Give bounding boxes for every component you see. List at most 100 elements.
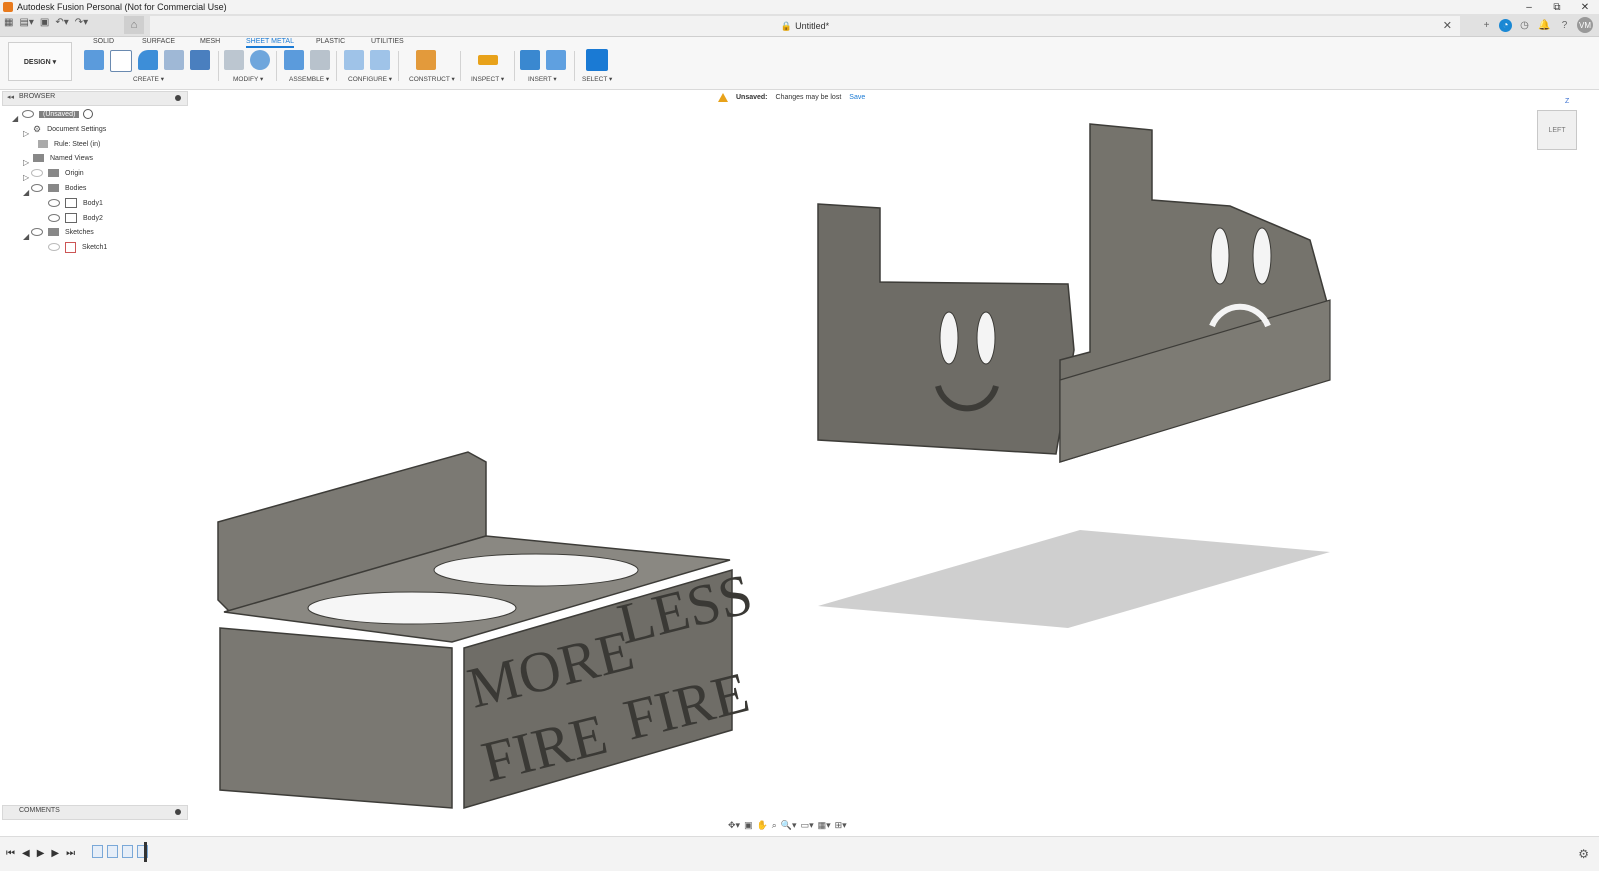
body-smiley-holder[interactable] [817, 123, 1331, 464]
insert-canvas-icon[interactable] [546, 50, 566, 70]
model-canvas[interactable]: MORE FIRE LESS FIRE [0, 0, 1599, 870]
box-icon[interactable] [190, 50, 210, 70]
group-select[interactable]: SELECT ▾ [582, 75, 612, 83]
workspace-switcher[interactable]: DESIGN ▾ [8, 42, 72, 81]
offset-plane-icon[interactable] [416, 50, 436, 70]
group-configure[interactable]: CONFIGURE ▾ [348, 75, 392, 83]
go-to-end-icon[interactable]: ⏭ [66, 848, 75, 859]
browser-item-document-settings[interactable]: ▷ ⚙ Document Settings [23, 122, 106, 139]
visibility-eye-icon[interactable] [31, 184, 43, 192]
grid-settings-icon[interactable]: ▦▾ [818, 820, 831, 831]
timeline-settings-gear-icon[interactable]: ⚙ [1578, 847, 1589, 861]
ribbon-separator [460, 51, 461, 81]
browser-item-body1[interactable]: Body1 [48, 196, 103, 210]
comments-panel[interactable]: COMMENTS [2, 805, 188, 820]
job-status-icon[interactable]: ◷ [1517, 18, 1532, 33]
app-grid-icon[interactable]: ▦ [4, 17, 13, 28]
redo-icon[interactable]: ↷▾ [75, 17, 88, 28]
select-cursor-icon[interactable] [586, 49, 608, 71]
tab-solid[interactable]: SOLID [93, 38, 114, 45]
browser-item-named-views[interactable]: ▷ Named Views [23, 151, 93, 167]
browser-item-sketches[interactable]: ◢ Sketches [23, 225, 94, 241]
home-icon[interactable]: ⌂ [124, 16, 144, 34]
timeline-feature[interactable] [122, 845, 133, 858]
tab-plastic[interactable]: PLASTIC [316, 38, 345, 45]
browser-item-sketch1[interactable]: Sketch1 [48, 240, 107, 254]
tab-surface[interactable]: SURFACE [142, 38, 175, 45]
measure-icon[interactable] [478, 55, 498, 65]
maximize-button[interactable]: ⧉ [1543, 0, 1571, 14]
zoom-icon[interactable]: 🔍▾ [781, 820, 797, 831]
viewports-icon[interactable]: ⊞▾ [835, 820, 847, 831]
save-link[interactable]: Save [849, 94, 865, 101]
notifications-icon[interactable]: 🔔 [1537, 18, 1552, 33]
new-tab-icon[interactable]: + [1479, 18, 1494, 33]
flange-icon[interactable] [138, 50, 158, 70]
save-icon[interactable]: ▣ [40, 17, 49, 28]
orbit-icon[interactable]: ✥▾ [728, 820, 740, 831]
joint-icon[interactable] [310, 50, 330, 70]
activate-radio-icon[interactable] [83, 109, 94, 119]
browser-root[interactable]: ◢ (Unsaved) [12, 107, 94, 123]
press-pull-icon[interactable] [224, 50, 244, 70]
browser-panel-header[interactable]: ◂◂ BROWSER [2, 91, 188, 106]
lock-icon: 🔒 [780, 20, 793, 31]
browser-item-origin[interactable]: ▷ Origin [23, 166, 84, 182]
timeline-marker[interactable] [144, 842, 147, 862]
new-component-assemble-icon[interactable] [284, 50, 304, 70]
go-to-start-icon[interactable]: ⏮ [6, 848, 15, 859]
step-forward-icon[interactable]: ▶ [51, 848, 59, 859]
document-tab[interactable]: 🔒 Untitled* ✕ [150, 16, 1460, 36]
configure-table-icon[interactable] [344, 50, 364, 70]
insert-derive-icon[interactable] [520, 50, 540, 70]
group-modify[interactable]: MODIFY ▾ [233, 75, 263, 83]
help-icon[interactable]: ? [1557, 18, 1572, 33]
browser-item-bodies[interactable]: ◢ Bodies [23, 181, 86, 197]
navigation-bar: ✥▾ ▣ ✋ ⌕ 🔍▾ ▭▾ ▦▾ ⊞▾ [728, 820, 847, 831]
group-create[interactable]: CREATE ▾ [133, 75, 164, 83]
tab-sheet-metal[interactable]: SHEET METAL [246, 38, 294, 48]
new-component-icon[interactable] [84, 50, 104, 70]
display-settings-icon[interactable]: ▭▾ [801, 820, 814, 831]
body-fire-sign[interactable] [217, 451, 733, 809]
browser-item-rule[interactable]: Rule: Steel (in) [38, 137, 100, 151]
group-assemble[interactable]: ASSEMBLE ▾ [289, 75, 329, 83]
visibility-eye-icon[interactable] [31, 228, 43, 236]
pin-icon[interactable] [175, 95, 181, 101]
avatar[interactable]: VM [1577, 17, 1593, 33]
viewcube-z-label: Z [1565, 98, 1570, 105]
browser-item-body2[interactable]: Body2 [48, 211, 103, 225]
visibility-eye-icon[interactable] [48, 243, 60, 251]
file-menu-icon[interactable]: ▤▾ [19, 17, 33, 28]
zoom-window-icon[interactable]: ⌕ [772, 820, 777, 831]
configure-rules-icon[interactable] [370, 50, 390, 70]
group-inspect[interactable]: INSPECT ▾ [471, 75, 504, 83]
close-tab-icon[interactable]: ✕ [1443, 19, 1452, 32]
timeline-feature[interactable] [107, 845, 118, 858]
minimize-button[interactable]: – [1515, 0, 1543, 14]
visibility-eye-icon[interactable] [48, 199, 60, 207]
tab-mesh[interactable]: MESH [200, 38, 220, 45]
play-icon[interactable]: ▶ [37, 848, 45, 859]
step-back-icon[interactable]: ◀ [22, 848, 30, 859]
pin-icon[interactable] [175, 809, 181, 815]
timeline-feature[interactable] [92, 845, 103, 858]
fillet-icon[interactable] [250, 50, 270, 70]
extensions-icon[interactable]: ◔ [1499, 18, 1512, 32]
create-sketch-icon[interactable] [110, 50, 132, 72]
look-at-icon[interactable]: ▣ [744, 820, 753, 831]
viewcube[interactable]: LEFT [1537, 110, 1577, 150]
visibility-eye-icon[interactable] [22, 110, 34, 118]
close-window-button[interactable]: ✕ [1571, 0, 1599, 14]
collapse-icon[interactable]: ◂◂ [7, 93, 14, 101]
sketch-icon [65, 241, 76, 253]
ribbon-separator [398, 51, 399, 81]
visibility-eye-icon[interactable] [31, 169, 43, 177]
group-construct[interactable]: CONSTRUCT ▾ [409, 75, 455, 83]
visibility-eye-icon[interactable] [48, 214, 60, 222]
unfold-icon[interactable] [164, 50, 184, 70]
undo-icon[interactable]: ↶▾ [55, 17, 68, 28]
group-insert[interactable]: INSERT ▾ [528, 75, 557, 83]
pan-icon[interactable]: ✋ [757, 820, 768, 831]
tab-utilities[interactable]: UTILITIES [371, 38, 404, 45]
